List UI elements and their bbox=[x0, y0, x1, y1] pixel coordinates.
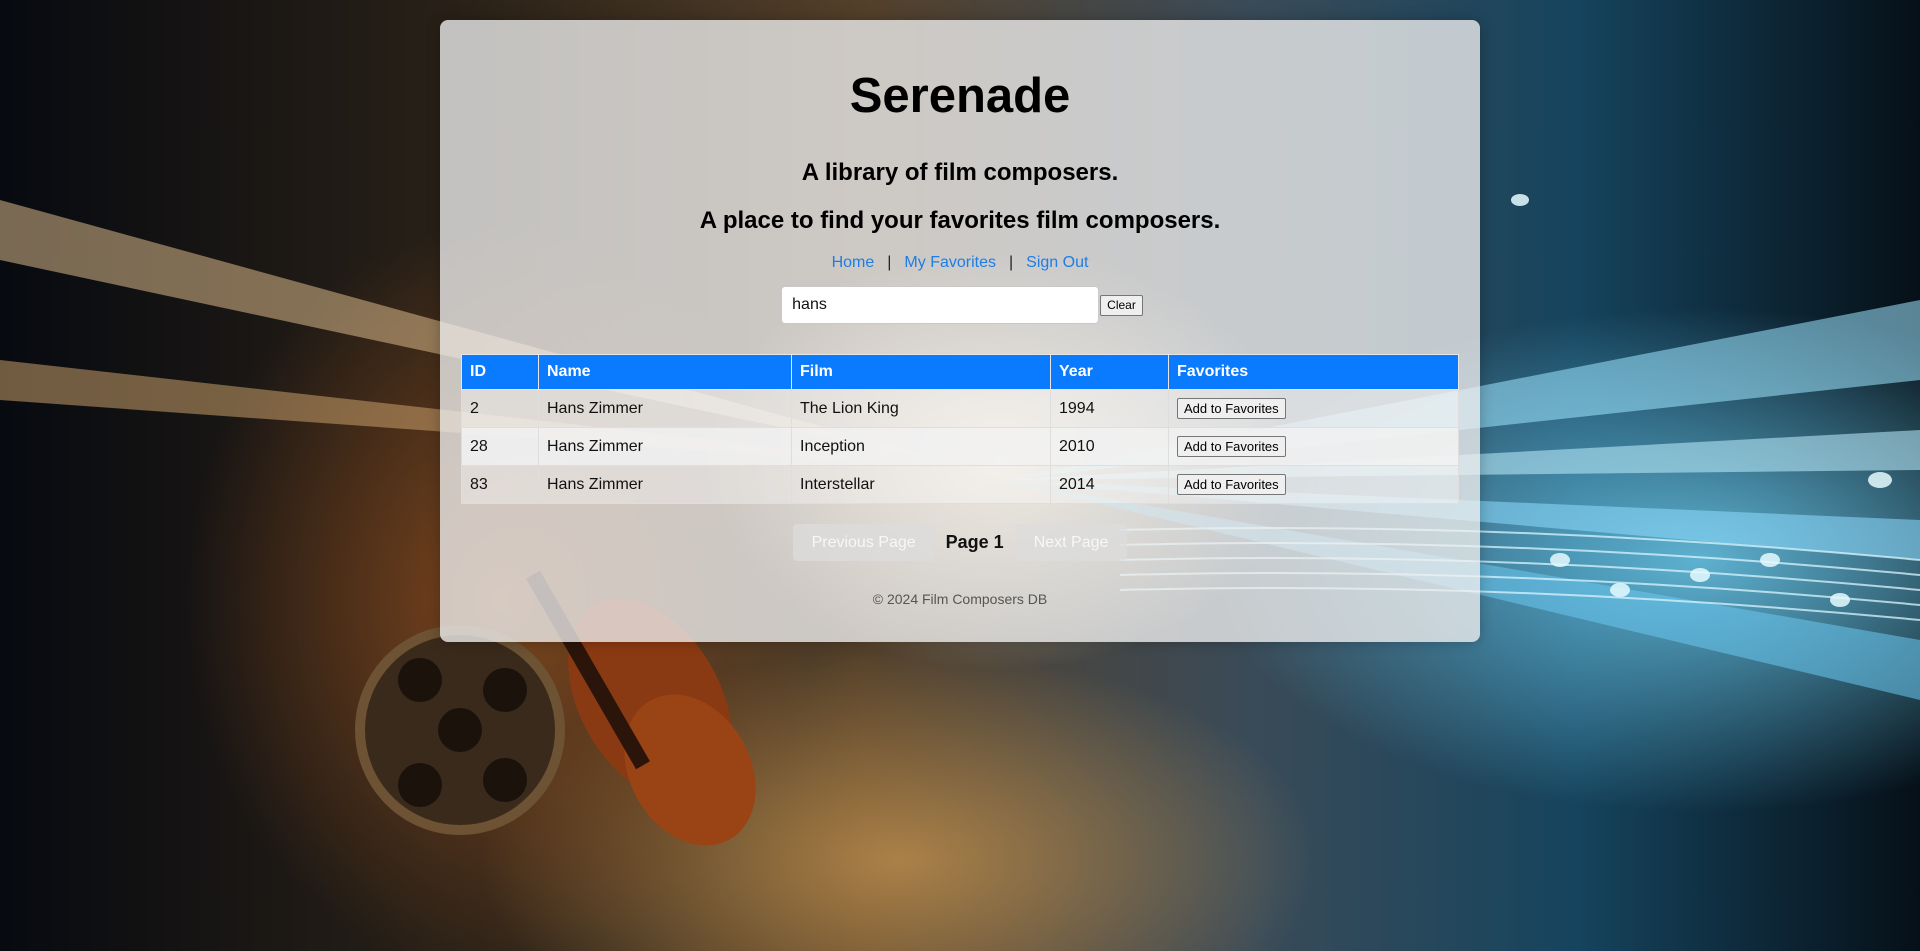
cell-favorites: Add to Favorites bbox=[1168, 427, 1459, 466]
table-row: 83 Hans Zimmer Interstellar 2014 Add to … bbox=[461, 465, 1459, 504]
search-input[interactable] bbox=[781, 286, 1100, 324]
cell-year: 1994 bbox=[1050, 389, 1169, 428]
cell-id: 2 bbox=[461, 389, 539, 428]
current-page-label: Page 1 bbox=[945, 532, 1004, 552]
pagination: Previous Page Page 1 Next Page bbox=[440, 524, 1480, 561]
column-header-id[interactable]: ID bbox=[461, 354, 539, 390]
add-to-favorites-button[interactable]: Add to Favorites bbox=[1177, 474, 1286, 495]
cell-name: Hans Zimmer bbox=[538, 465, 792, 504]
subtitle-library: A library of film composers. bbox=[801, 159, 1119, 186]
cell-year: 2014 bbox=[1050, 465, 1169, 504]
add-to-favorites-button[interactable]: Add to Favorites bbox=[1177, 436, 1286, 457]
cell-film: Interstellar bbox=[791, 465, 1051, 504]
column-header-favorites[interactable]: Favorites bbox=[1168, 354, 1459, 390]
cell-film: The Lion King bbox=[791, 389, 1051, 428]
previous-page-button[interactable]: Previous Page bbox=[792, 524, 935, 561]
cell-id: 83 bbox=[461, 465, 539, 504]
table-row: 28 Hans Zimmer Inception 2010 Add to Fav… bbox=[461, 427, 1459, 466]
page-title: Serenade bbox=[849, 69, 1071, 123]
film-reel bbox=[355, 625, 565, 835]
add-to-favorites-button[interactable]: Add to Favorites bbox=[1177, 398, 1286, 419]
footer-copyright: © 2024 Film Composers DB bbox=[872, 591, 1048, 607]
cell-year: 2010 bbox=[1050, 427, 1169, 466]
clear-button[interactable]: Clear bbox=[1100, 294, 1143, 316]
nav-signout-link[interactable]: Sign Out bbox=[1026, 254, 1088, 271]
column-header-year[interactable]: Year bbox=[1050, 354, 1169, 390]
table-row: 2 Hans Zimmer The Lion King 1994 Add to … bbox=[461, 389, 1459, 428]
main-panel: Serenade A library of film composers. A … bbox=[440, 20, 1480, 642]
cell-favorites: Add to Favorites bbox=[1168, 389, 1459, 428]
nav-separator: | bbox=[1009, 254, 1014, 271]
subtitle-favorites: A place to find your favorites film comp… bbox=[699, 207, 1221, 234]
next-page-button[interactable]: Next Page bbox=[1014, 524, 1128, 561]
cell-id: 28 bbox=[461, 427, 539, 466]
column-header-name[interactable]: Name bbox=[538, 354, 792, 390]
column-header-film[interactable]: Film bbox=[791, 354, 1051, 390]
nav-home-link[interactable]: Home bbox=[832, 254, 875, 271]
nav-separator: | bbox=[887, 254, 892, 271]
nav-favorites-link[interactable]: My Favorites bbox=[904, 254, 996, 271]
cell-favorites: Add to Favorites bbox=[1168, 465, 1459, 504]
music-notes bbox=[1511, 194, 1892, 607]
table-header-row: ID Name Film Year Favorites bbox=[461, 354, 1459, 390]
top-nav: Home | My Favorites | Sign Out bbox=[440, 255, 1480, 271]
cell-film: Inception bbox=[791, 427, 1051, 466]
cell-name: Hans Zimmer bbox=[538, 427, 792, 466]
composers-table: ID Name Film Year Favorites 2 Hans Zimme… bbox=[461, 354, 1459, 504]
cell-name: Hans Zimmer bbox=[538, 389, 792, 428]
search-bar: Clear bbox=[440, 286, 1480, 324]
